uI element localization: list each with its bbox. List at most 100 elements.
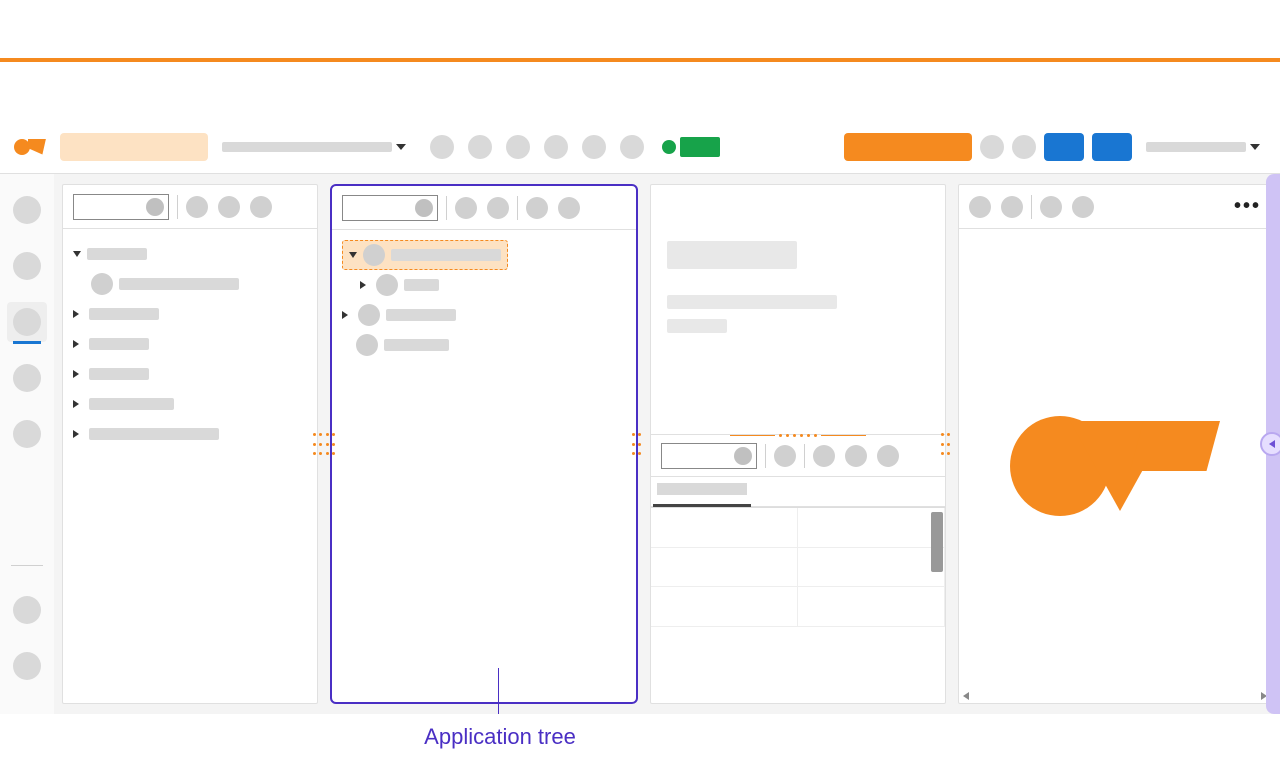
rail-button[interactable] bbox=[7, 358, 47, 398]
context-dropdown-1[interactable] bbox=[216, 133, 412, 161]
panel-application-tree bbox=[330, 184, 638, 704]
rail-button[interactable] bbox=[7, 646, 47, 686]
header-tool-button[interactable] bbox=[468, 135, 492, 159]
secondary-action-button[interactable] bbox=[1044, 133, 1084, 161]
search-icon bbox=[415, 199, 433, 217]
caret-right-icon[interactable] bbox=[73, 370, 83, 378]
tab-item[interactable] bbox=[657, 483, 747, 495]
search-input[interactable] bbox=[342, 195, 438, 221]
panel-tool-button[interactable] bbox=[1001, 196, 1023, 218]
tree-node[interactable] bbox=[73, 301, 307, 327]
header-tool-button[interactable] bbox=[1012, 135, 1036, 159]
caret-right-icon[interactable] bbox=[73, 310, 83, 318]
panel-tool-button[interactable] bbox=[774, 445, 796, 467]
separator bbox=[1031, 195, 1032, 219]
rail-divider bbox=[11, 565, 43, 566]
resize-handle[interactable] bbox=[632, 433, 642, 455]
rail-button[interactable] bbox=[7, 414, 47, 454]
caret-down-icon[interactable] bbox=[73, 251, 81, 257]
tree-node[interactable] bbox=[73, 421, 307, 447]
panel-tool-button[interactable] bbox=[455, 197, 477, 219]
node-icon bbox=[376, 274, 398, 296]
caret-right-icon[interactable] bbox=[360, 281, 370, 289]
scroll-left-icon[interactable] bbox=[963, 692, 969, 700]
chevron-down-icon bbox=[396, 144, 406, 150]
tree-node-selected[interactable] bbox=[342, 242, 626, 268]
header-tool-button[interactable] bbox=[506, 135, 530, 159]
panel-header: ••• bbox=[959, 185, 1271, 229]
header-tool-button[interactable] bbox=[620, 135, 644, 159]
resize-handle[interactable] bbox=[313, 433, 323, 455]
chevron-down-icon bbox=[1250, 144, 1260, 150]
app-logo[interactable] bbox=[14, 137, 48, 157]
detail-text bbox=[667, 295, 837, 309]
tree-body bbox=[332, 230, 636, 702]
panel-tool-button[interactable] bbox=[813, 445, 835, 467]
tree-node[interactable] bbox=[73, 361, 307, 387]
table-row[interactable] bbox=[651, 548, 945, 588]
workspace: ••• bbox=[0, 174, 1280, 714]
header-tool-button[interactable] bbox=[582, 135, 606, 159]
panel-tool-button[interactable] bbox=[845, 445, 867, 467]
tree-node[interactable] bbox=[73, 241, 307, 267]
tree-node[interactable] bbox=[73, 331, 307, 357]
panel-tool-button[interactable] bbox=[487, 197, 509, 219]
tree-node[interactable] bbox=[342, 332, 626, 358]
caret-right-icon[interactable] bbox=[73, 400, 83, 408]
context-dropdown-2[interactable] bbox=[1140, 133, 1266, 161]
panel-tool-button[interactable] bbox=[877, 445, 899, 467]
tree-node[interactable] bbox=[342, 302, 626, 328]
scrollbar-horizontal[interactable] bbox=[963, 691, 1267, 701]
search-input[interactable] bbox=[661, 443, 757, 469]
panel-tool-button[interactable] bbox=[558, 197, 580, 219]
tree-node[interactable] bbox=[342, 272, 626, 298]
panel-tool-button[interactable] bbox=[1040, 196, 1062, 218]
caret-right-icon[interactable] bbox=[73, 340, 83, 348]
search-icon bbox=[146, 198, 164, 216]
resize-handle-horizontal[interactable] bbox=[723, 430, 873, 440]
tab-bar bbox=[651, 477, 945, 507]
rail-button[interactable] bbox=[7, 190, 47, 230]
brand-stripe bbox=[0, 58, 1280, 62]
overflow-menu-icon[interactable]: ••• bbox=[1234, 195, 1261, 218]
panel-tool-button[interactable] bbox=[218, 196, 240, 218]
caret-down-icon[interactable] bbox=[349, 252, 357, 258]
rail-button-active[interactable] bbox=[7, 302, 47, 342]
header-tool-button[interactable] bbox=[544, 135, 568, 159]
rail-button[interactable] bbox=[7, 246, 47, 286]
data-grid[interactable] bbox=[651, 507, 945, 627]
tree-node[interactable] bbox=[73, 391, 307, 417]
secondary-action-button[interactable] bbox=[1092, 133, 1132, 161]
primary-action-button[interactable] bbox=[844, 133, 972, 161]
table-row[interactable] bbox=[651, 587, 945, 627]
preview-canvas[interactable] bbox=[959, 229, 1271, 703]
annotation-callout: Application tree bbox=[0, 714, 1280, 750]
connection-status bbox=[662, 135, 720, 159]
panel-tool-button[interactable] bbox=[969, 196, 991, 218]
panel-tool-button[interactable] bbox=[1072, 196, 1094, 218]
tree-node[interactable] bbox=[73, 271, 307, 297]
caret-right-icon[interactable] bbox=[342, 311, 352, 319]
panel-tool-button[interactable] bbox=[186, 196, 208, 218]
resize-handle[interactable] bbox=[941, 433, 951, 455]
rail-button[interactable] bbox=[7, 590, 47, 630]
expand-rail-button[interactable] bbox=[1260, 432, 1280, 456]
panel-tool-button[interactable] bbox=[526, 197, 548, 219]
panel-tool-button[interactable] bbox=[250, 196, 272, 218]
brand-logo-large bbox=[1010, 411, 1220, 521]
header-tool-group-1 bbox=[430, 135, 644, 159]
right-collapsed-rail[interactable] bbox=[1266, 174, 1280, 714]
header-tool-button[interactable] bbox=[980, 135, 1004, 159]
caret-right-icon[interactable] bbox=[73, 430, 83, 438]
node-icon bbox=[91, 273, 113, 295]
scrollbar-vertical[interactable] bbox=[931, 512, 943, 572]
detail-heading bbox=[667, 241, 797, 269]
status-dot-icon bbox=[662, 140, 676, 154]
table-row[interactable] bbox=[651, 508, 945, 548]
resize-handle[interactable] bbox=[326, 433, 336, 455]
header-tool-button[interactable] bbox=[430, 135, 454, 159]
app-title-pill[interactable] bbox=[60, 133, 208, 161]
annotation-label: Application tree bbox=[424, 724, 576, 749]
search-input[interactable] bbox=[73, 194, 169, 220]
panel-header bbox=[332, 186, 636, 230]
